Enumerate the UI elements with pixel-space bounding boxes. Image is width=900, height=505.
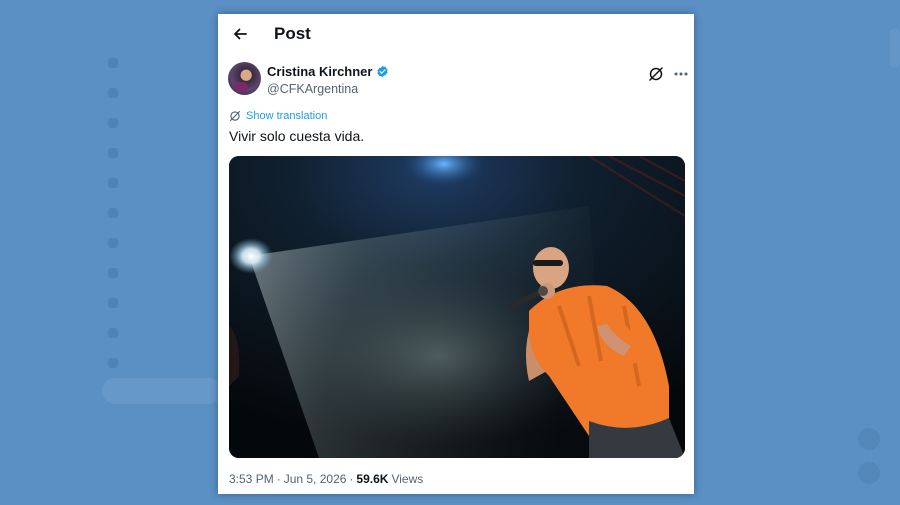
background-nav-item bbox=[108, 236, 118, 250]
author-handle[interactable]: @CFKArgentina bbox=[267, 82, 358, 96]
post-header: Post bbox=[218, 14, 694, 54]
meta-separator: · bbox=[349, 472, 354, 486]
page-title: Post bbox=[274, 24, 311, 43]
meta-separator: · bbox=[276, 472, 281, 486]
background-sidebar bbox=[100, 20, 210, 420]
background-nav-item bbox=[108, 116, 118, 130]
background-post-button bbox=[102, 378, 222, 404]
background-nav-item bbox=[108, 296, 118, 310]
post-text: Vivir solo cuesta vida. bbox=[229, 128, 365, 144]
background-nav-item bbox=[108, 206, 118, 220]
back-button[interactable] bbox=[228, 22, 252, 46]
post-time[interactable]: 3:53 PM bbox=[229, 472, 274, 486]
background-fab bbox=[858, 428, 880, 450]
background-fab bbox=[858, 462, 880, 484]
post-date[interactable]: Jun 5, 2026 bbox=[284, 472, 347, 486]
background-nav-item bbox=[108, 266, 118, 280]
background-nav-item bbox=[108, 56, 118, 70]
background-scrollbar bbox=[890, 28, 900, 68]
grok-icon[interactable] bbox=[648, 66, 664, 82]
views-count: 59.6K bbox=[356, 472, 389, 486]
author-row: Cristina Kirchner @CFKArgentina bbox=[228, 62, 688, 102]
post-image[interactable] bbox=[229, 156, 685, 458]
translate-icon bbox=[229, 110, 241, 122]
show-translation-link[interactable]: Show translation bbox=[229, 110, 327, 122]
post-meta: 3:53 PM · Jun 5, 2026 · 59.6K Views bbox=[229, 472, 423, 486]
avatar[interactable] bbox=[228, 62, 261, 95]
verified-badge-icon bbox=[377, 65, 389, 78]
show-translation-label: Show translation bbox=[246, 110, 328, 122]
post-card: Post Cristina Kirchner @CFKArgentina Sho… bbox=[218, 14, 694, 494]
background-nav-item bbox=[108, 326, 118, 340]
author-name-line: Cristina Kirchner bbox=[267, 64, 389, 79]
back-arrow-icon bbox=[234, 28, 247, 40]
background-nav-item bbox=[108, 146, 118, 160]
background-nav-item bbox=[108, 86, 118, 100]
more-icon[interactable] bbox=[671, 64, 691, 84]
background-nav-item bbox=[108, 176, 118, 190]
views-label: Views bbox=[391, 472, 424, 486]
author-name[interactable]: Cristina Kirchner bbox=[267, 64, 372, 79]
background-nav-item bbox=[108, 356, 118, 370]
